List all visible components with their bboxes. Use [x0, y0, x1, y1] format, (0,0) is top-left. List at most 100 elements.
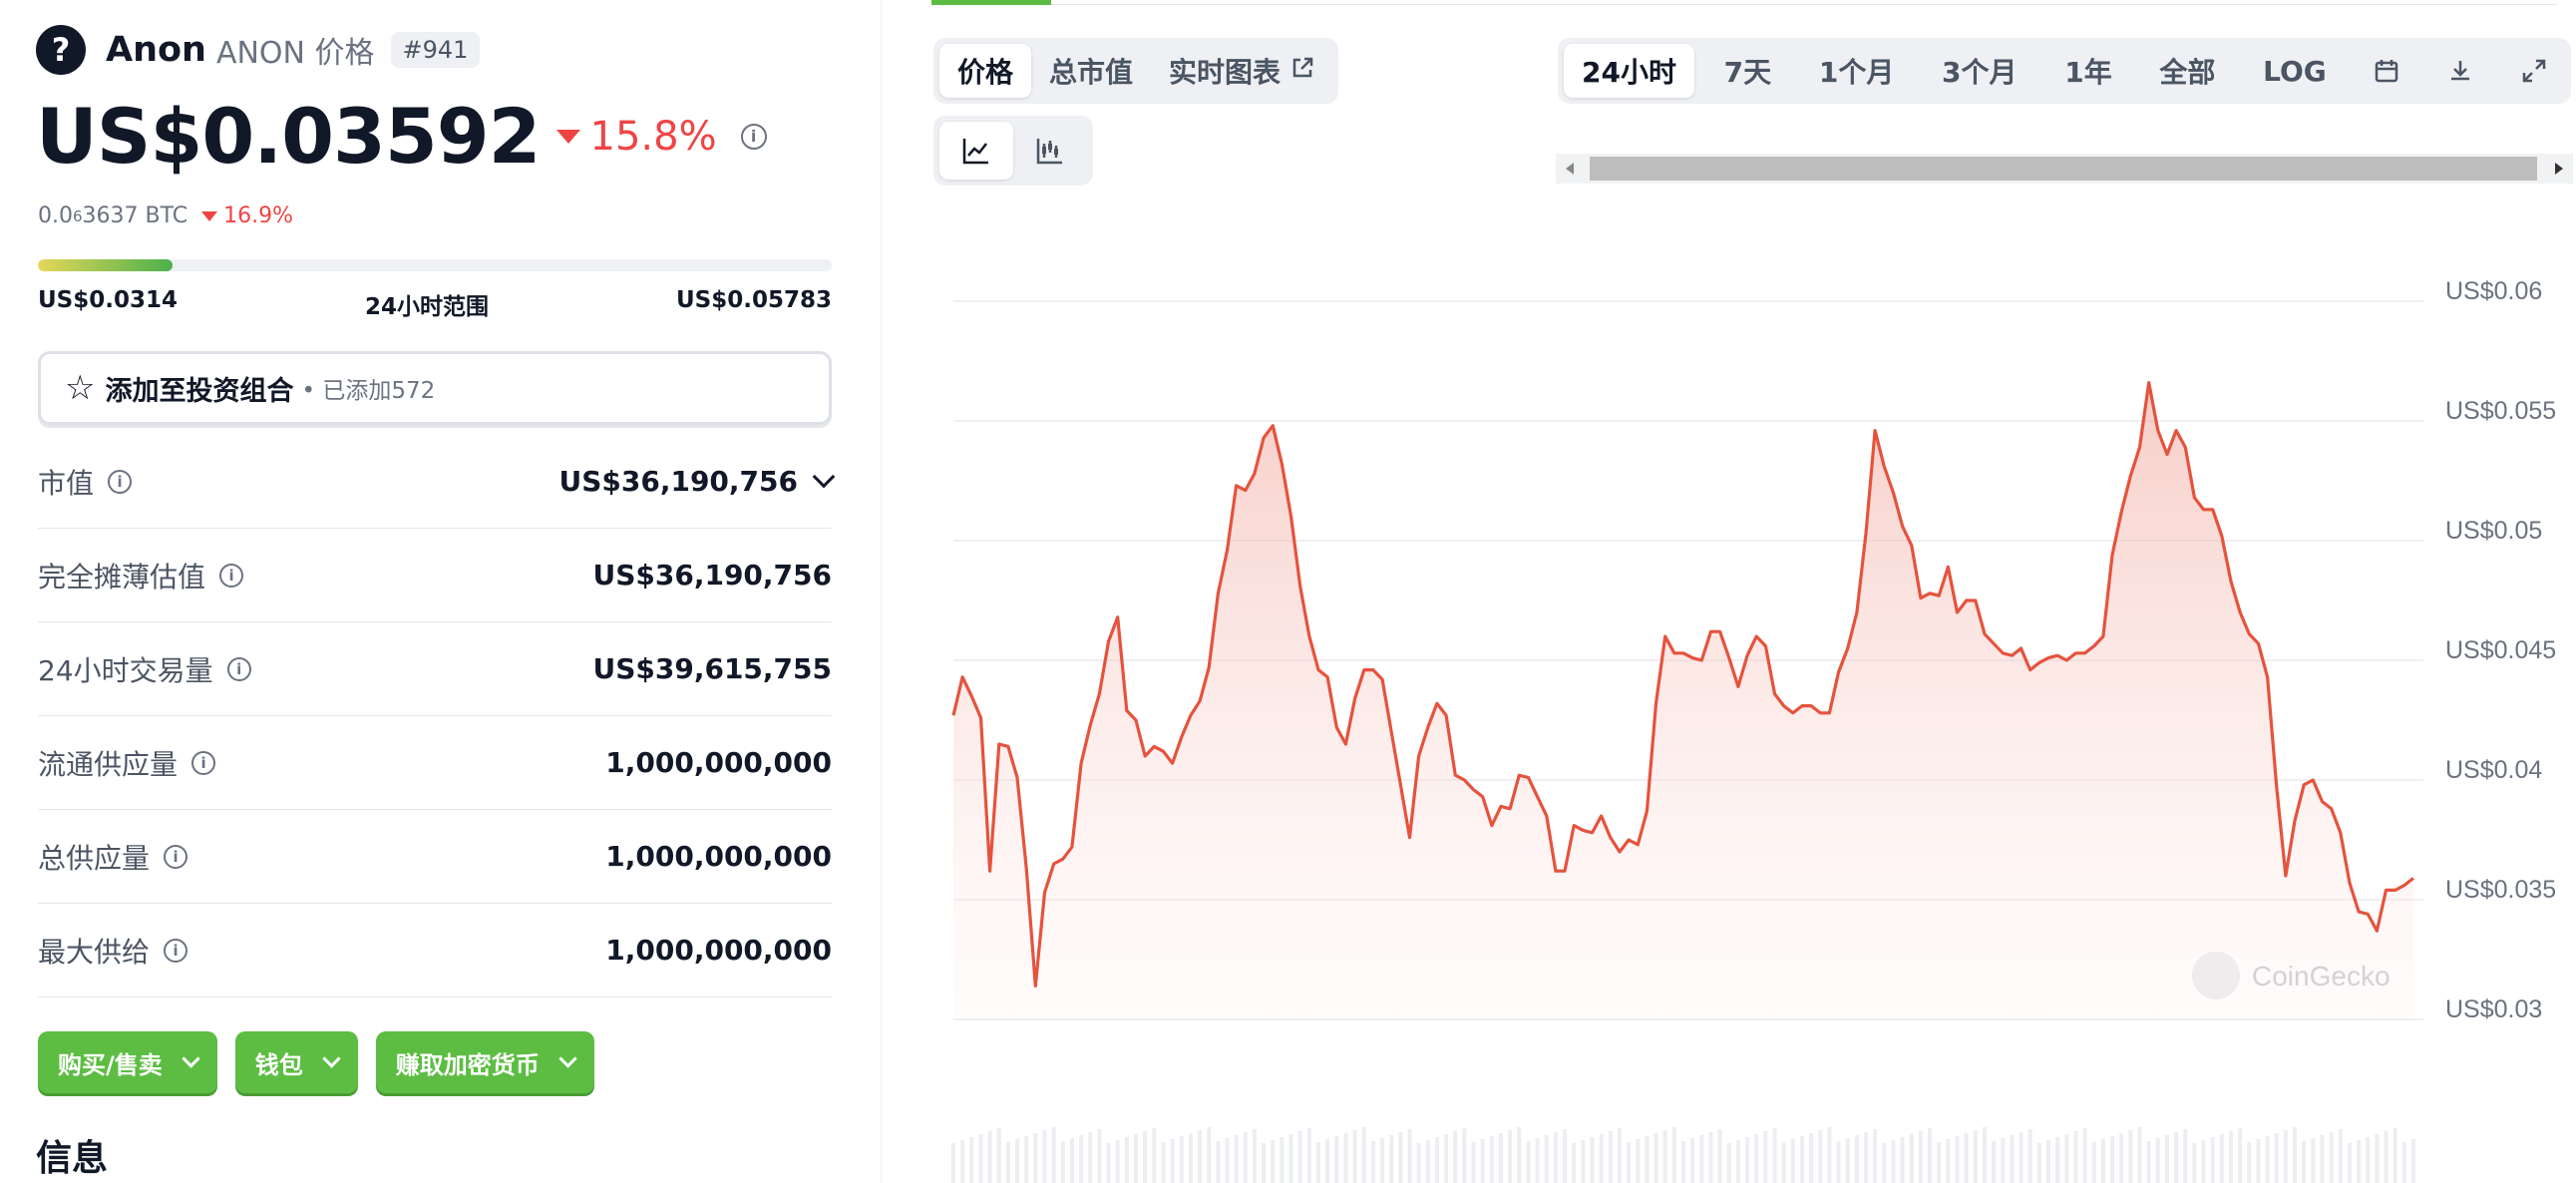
volume-bar [1499, 1133, 1503, 1183]
info-icon[interactable]: i [164, 844, 188, 869]
volume-bar [1982, 1127, 1987, 1183]
volume-bar [1946, 1139, 1951, 1183]
chart-style-toggle [933, 116, 1093, 186]
range-bar-fill [38, 259, 174, 271]
volume-bar [2174, 1132, 2179, 1183]
volume-bar [1407, 1129, 1412, 1183]
volume-bar [2256, 1139, 2261, 1183]
info-icon[interactable]: i [191, 750, 216, 775]
range-1y[interactable]: 1年 [2046, 44, 2129, 98]
chart-type-tabs: 价格 总市值 实时图表 [933, 38, 1339, 104]
chevron-down-icon [558, 1048, 577, 1068]
volume-bar [1170, 1139, 1175, 1183]
download-icon[interactable] [2429, 44, 2491, 98]
volume-bar [1471, 1142, 1476, 1183]
volume-bar [2265, 1136, 2270, 1183]
info-section-title: 信息 [36, 1138, 109, 1179]
range-high: US$0.05783 [675, 287, 832, 313]
volume-bar [1444, 1134, 1449, 1183]
volume-bar [2411, 1139, 2415, 1183]
range-1m[interactable]: 1个月 [1801, 44, 1912, 98]
chevron-down-icon[interactable] [812, 465, 836, 488]
volume-bar [1900, 1137, 1905, 1183]
volume-bar [1864, 1132, 1868, 1183]
y-tick-label: US$0.055 [2445, 397, 2556, 425]
volume-bar [2274, 1133, 2279, 1183]
chart-scrollbar[interactable] [1556, 154, 2573, 184]
volume-bar [1608, 1131, 1613, 1183]
scroll-right-arrow-icon[interactable] [2555, 163, 2563, 175]
volume-bar [2128, 1130, 2133, 1183]
volume-bar [1380, 1138, 1385, 1183]
volume-bar [1690, 1138, 1695, 1183]
volume-bar [996, 1128, 1001, 1183]
range-label: 24小时范围 [364, 294, 489, 320]
volume-bar [1097, 1129, 1102, 1183]
btc-price-rest: 3637 BTC [82, 203, 188, 228]
volume-bar [1106, 1143, 1111, 1183]
volume-bar [1671, 1127, 1676, 1183]
volume-bar [1069, 1138, 1074, 1183]
volume-bar [1198, 1130, 1203, 1183]
volume-bar [1827, 1127, 1832, 1183]
coin-logo: ? [36, 25, 86, 75]
volume-bar [1928, 1128, 1933, 1183]
range-24h[interactable]: 24小时 [1564, 44, 1694, 98]
down-arrow-icon [555, 129, 580, 144]
info-icon[interactable]: i [164, 938, 188, 963]
price-chart[interactable]: CoinGecko US$0.06US$0.055US$0.05US$0.045… [941, 269, 2576, 1183]
range-7d[interactable]: 7天 [1706, 44, 1789, 98]
volume-bar [1726, 1143, 1731, 1183]
log-scale-toggle[interactable]: LOG [2245, 44, 2345, 98]
wallet-button[interactable]: 钱包 [234, 1031, 358, 1093]
volume-bar [1627, 1142, 1632, 1183]
calendar-icon[interactable] [2356, 44, 2417, 98]
info-icon[interactable]: i [740, 123, 767, 150]
volume-bar [2329, 1132, 2334, 1183]
volume-bar [1462, 1128, 1467, 1183]
volume-bar [1143, 1131, 1148, 1183]
add-to-portfolio-label: 添加至投资组合 [105, 375, 294, 407]
volume-bar [2010, 1135, 2015, 1183]
volume-bar [1042, 1130, 1047, 1183]
scrollbar-thumb[interactable] [1590, 157, 2537, 181]
volume-bar [1563, 1129, 1568, 1183]
volume-bar [1845, 1138, 1850, 1183]
line-chart-icon[interactable] [939, 122, 1013, 180]
y-tick-label: US$0.03 [2445, 995, 2542, 1023]
volume-bar [1553, 1132, 1558, 1183]
tab-live-chart[interactable]: 实时图表 [1151, 44, 1332, 98]
price-change-24h: 15.8% [555, 114, 717, 160]
volume-bar [1288, 1134, 1293, 1183]
tab-market-cap[interactable]: 总市值 [1031, 44, 1151, 98]
volume-bar [2293, 1127, 2298, 1183]
volume-bar [1252, 1129, 1257, 1183]
volume-bar [1134, 1134, 1138, 1183]
volume-bar [1161, 1142, 1166, 1183]
volume-bar [1234, 1135, 1239, 1183]
volume-bar [1389, 1135, 1394, 1183]
volume-bar [2082, 1128, 2087, 1183]
volume-bar [1836, 1141, 1841, 1183]
info-icon[interactable]: i [108, 469, 133, 494]
range-3m[interactable]: 3个月 [1924, 44, 2034, 98]
chevron-down-icon [322, 1048, 341, 1068]
fullscreen-icon[interactable] [2503, 44, 2565, 98]
volume-bar [2137, 1127, 2142, 1183]
volume-bar [1216, 1141, 1221, 1183]
volume-bar [1654, 1133, 1658, 1183]
add-to-portfolio-button[interactable]: ☆ 添加至投资组合 • 已添加572 [38, 351, 832, 425]
volume-bar [1717, 1129, 1722, 1183]
candlestick-icon[interactable] [1013, 122, 1087, 180]
stat-row-fdv: 完全摊薄估值 i US$36,190,756 [38, 529, 832, 622]
buy-sell-button[interactable]: 购买/售卖 [38, 1031, 217, 1093]
stat-value: 1,000,000,000 [605, 746, 832, 779]
info-icon[interactable]: i [219, 563, 244, 588]
range-all[interactable]: 全部 [2141, 44, 2233, 98]
volume-bar [1489, 1136, 1494, 1183]
earn-crypto-button[interactable]: 赚取加密货币 [375, 1031, 594, 1093]
scroll-left-arrow-icon[interactable] [1566, 163, 1574, 175]
tab-price[interactable]: 价格 [939, 44, 1032, 98]
volume-bar [1809, 1133, 1814, 1183]
info-icon[interactable]: i [226, 656, 251, 681]
